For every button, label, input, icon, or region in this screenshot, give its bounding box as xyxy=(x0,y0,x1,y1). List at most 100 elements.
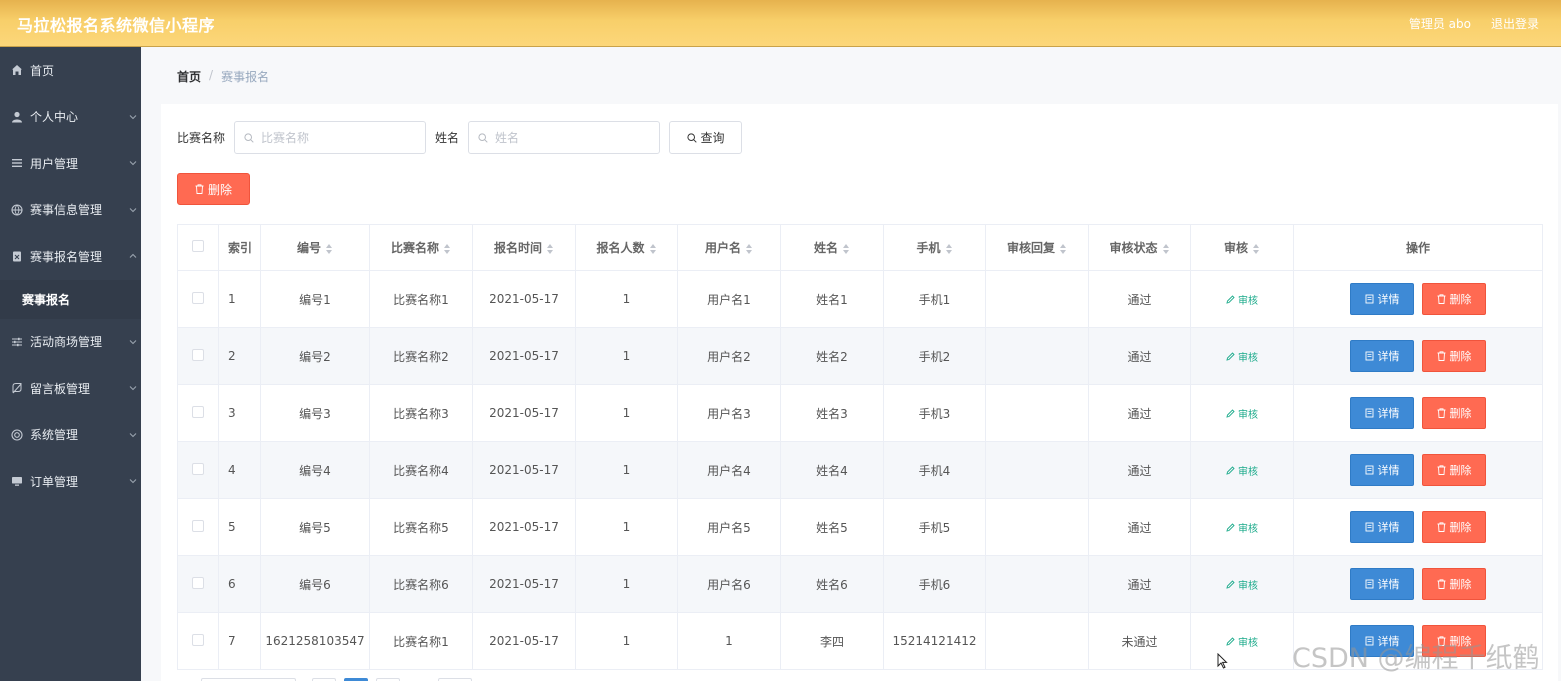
main-content: 首页 / 赛事报名 比赛名称 姓名 查询 删除 xyxy=(141,47,1561,681)
column-header-sortable[interactable]: 审核状态 xyxy=(1088,224,1191,271)
row-checkbox[interactable] xyxy=(192,576,204,589)
sidebar-item-label: 赛事信息管理 xyxy=(30,203,103,218)
sort-icon[interactable] xyxy=(547,243,554,254)
row-checkbox[interactable] xyxy=(192,405,204,418)
cell-index: 2 xyxy=(218,327,261,385)
audit-link[interactable]: 审核 xyxy=(1226,349,1258,364)
row-checkbox[interactable] xyxy=(192,519,204,532)
table-row: 6 编号6 比赛名称6 2021-05-17 1 用户名6 姓名6 手机6 通过 审核 详情 删除 xyxy=(177,555,1543,613)
sort-icon[interactable] xyxy=(746,243,753,254)
detail-button-label: 详情 xyxy=(1377,350,1400,363)
cell-username: 用户名1 xyxy=(677,270,781,328)
match-name-input[interactable] xyxy=(261,130,417,145)
logout-link[interactable]: 退出登录 xyxy=(1491,15,1539,32)
chevron-down-icon xyxy=(129,386,137,391)
sidebar-item-user-management[interactable]: 用户管理 xyxy=(0,140,141,187)
chevron-down-icon xyxy=(129,479,137,484)
sort-icon[interactable] xyxy=(1162,243,1170,254)
column-header-sortable[interactable]: 编号 xyxy=(260,224,370,271)
cell-status: 通过 xyxy=(1088,327,1191,385)
sidebar-item-activity-mall-management[interactable]: 活动商场管理 xyxy=(0,319,141,366)
detail-button[interactable]: 详情 xyxy=(1350,625,1414,657)
cell-reply xyxy=(985,270,1089,328)
column-header-sortable[interactable]: 用户名 xyxy=(677,224,781,271)
admin-user-label[interactable]: 管理员 abo xyxy=(1409,15,1471,32)
chevron-down-icon xyxy=(129,161,137,166)
detail-button[interactable]: 详情 xyxy=(1350,283,1414,315)
column-header-sortable[interactable]: 审核 xyxy=(1190,224,1294,271)
delete-button[interactable]: 删除 xyxy=(1422,625,1486,657)
sort-icon[interactable] xyxy=(843,243,850,254)
row-checkbox[interactable] xyxy=(192,633,204,646)
sidebar-item-message-board-management[interactable]: 留言板管理 xyxy=(0,365,141,412)
audit-link[interactable]: 审核 xyxy=(1226,520,1258,535)
column-header-sortable[interactable]: 比赛名称 xyxy=(369,224,473,271)
audit-link[interactable]: 审核 xyxy=(1226,292,1258,307)
detail-button[interactable]: 详情 xyxy=(1350,397,1414,429)
breadcrumb-home[interactable]: 首页 xyxy=(177,68,201,85)
row-checkbox[interactable] xyxy=(192,348,204,361)
sidebar-item-system-management[interactable]: 系统管理 xyxy=(0,412,141,459)
column-header-sortable[interactable]: 审核回复 xyxy=(985,224,1089,271)
select-all-checkbox[interactable] xyxy=(192,240,204,252)
audit-link[interactable]: 审核 xyxy=(1226,634,1258,649)
cell-count: 1 xyxy=(575,384,678,442)
column-header-sortable[interactable]: 报名时间 xyxy=(472,224,576,271)
top-bar: 马拉松报名系统微信小程序 管理员 abo 退出登录 xyxy=(0,0,1561,47)
cell-phone: 手机5 xyxy=(883,498,986,556)
detail-button[interactable]: 详情 xyxy=(1350,454,1414,486)
sidebar-item-personal-center[interactable]: 个人中心 xyxy=(0,94,141,141)
audit-link[interactable]: 审核 xyxy=(1226,577,1258,592)
detail-button[interactable]: 详情 xyxy=(1350,568,1414,600)
audit-link[interactable]: 审核 xyxy=(1226,463,1258,478)
column-header-sortable[interactable]: 报名人数 xyxy=(575,224,678,271)
delete-button[interactable]: 删除 xyxy=(1422,511,1486,543)
name-input[interactable] xyxy=(495,130,651,145)
cell-status: 未通过 xyxy=(1088,612,1191,670)
sidebar-item-home[interactable]: 首页 xyxy=(0,47,141,94)
sidebar-subitem-event-registration[interactable]: 赛事报名 xyxy=(0,279,141,319)
search-icon xyxy=(244,133,254,143)
sidebar-item-event-info-management[interactable]: 赛事信息管理 xyxy=(0,187,141,234)
delete-button[interactable]: 删除 xyxy=(1422,397,1486,429)
document-icon xyxy=(1365,579,1373,589)
query-button[interactable]: 查询 xyxy=(669,121,743,154)
sort-icon[interactable] xyxy=(444,243,451,254)
detail-button[interactable]: 详情 xyxy=(1350,511,1414,543)
clipboard-icon xyxy=(10,250,23,263)
batch-delete-button[interactable]: 删除 xyxy=(177,173,250,205)
column-header-sortable[interactable]: 手机 xyxy=(883,224,986,271)
document-icon xyxy=(1365,408,1373,418)
column-header-sortable[interactable]: 姓名 xyxy=(780,224,884,271)
sort-icon[interactable] xyxy=(1060,243,1067,254)
cell-time: 2021-05-17 xyxy=(472,498,576,556)
cell-audit: 审核 xyxy=(1190,441,1294,499)
audit-link-label: 审核 xyxy=(1238,409,1258,421)
delete-button[interactable]: 删除 xyxy=(1422,454,1486,486)
sort-icon[interactable] xyxy=(945,243,953,254)
row-checkbox[interactable] xyxy=(192,462,204,475)
cell-time: 2021-05-17 xyxy=(472,384,576,442)
column-header-label: 审核状态 xyxy=(1109,241,1158,255)
sidebar-item-label: 赛事报名管理 xyxy=(30,249,103,264)
sidebar-item-event-registration-management[interactable]: 赛事报名管理 xyxy=(0,233,141,280)
sort-icon[interactable] xyxy=(326,243,333,254)
detail-button[interactable]: 详情 xyxy=(1350,340,1414,372)
cell-status: 通过 xyxy=(1088,441,1191,499)
cell-actions: 详情 删除 xyxy=(1293,555,1543,613)
delete-button[interactable]: 删除 xyxy=(1422,340,1486,372)
column-header-label: 比赛名称 xyxy=(390,241,439,255)
delete-button[interactable]: 删除 xyxy=(1422,283,1486,315)
delete-button-label: 删除 xyxy=(1449,635,1472,648)
audit-link[interactable]: 审核 xyxy=(1226,406,1258,421)
sort-icon[interactable] xyxy=(1253,243,1260,254)
cell-name: 姓名2 xyxy=(780,327,884,385)
sidebar-item-label: 留言板管理 xyxy=(30,381,91,396)
cell-match: 比赛名称1 xyxy=(369,270,473,328)
sidebar-item-order-management[interactable]: 订单管理 xyxy=(0,458,141,505)
row-actions: 详情 删除 xyxy=(1294,283,1542,315)
row-checkbox[interactable] xyxy=(192,291,204,304)
row-actions: 详情 删除 xyxy=(1294,625,1542,657)
delete-button[interactable]: 删除 xyxy=(1422,568,1486,600)
sort-icon[interactable] xyxy=(649,243,657,254)
